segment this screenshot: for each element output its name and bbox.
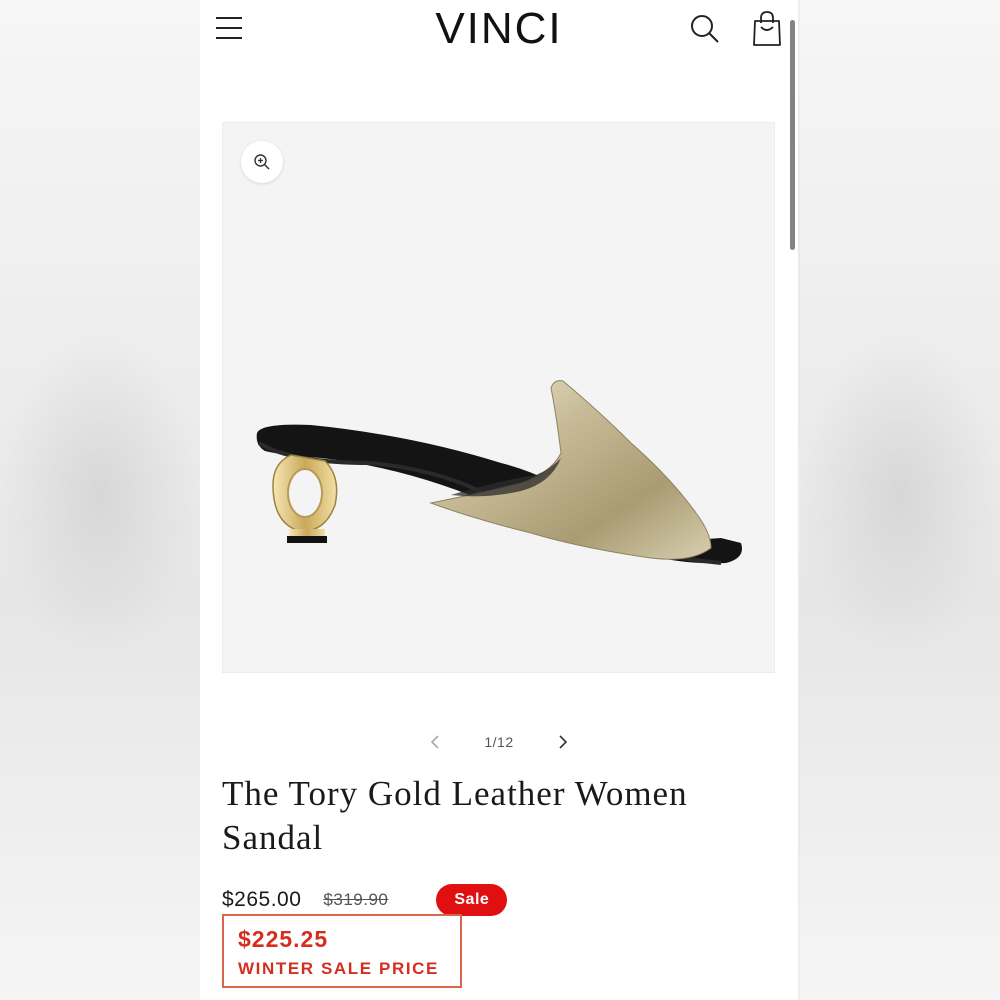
backdrop-blur-left xyxy=(0,330,200,660)
compare-at-price: $319.90 xyxy=(323,890,389,909)
price-row: $265.00 $319.90 Sale xyxy=(222,882,508,918)
search-icon[interactable] xyxy=(688,12,722,46)
sale-price: $265.00 xyxy=(222,888,302,911)
gallery-pager: 1/12 xyxy=(200,728,798,756)
winter-sale-price: $225.25 xyxy=(238,926,329,952)
product-title: The Tory Gold Leather Women Sandal xyxy=(222,774,688,857)
sale-badge: Sale xyxy=(436,884,508,916)
chevron-left-icon[interactable] xyxy=(422,728,450,756)
shopping-bag-icon[interactable] xyxy=(750,10,784,48)
chevron-right-icon[interactable] xyxy=(548,728,576,756)
product-image-gold-sandal xyxy=(256,380,742,565)
header: VINCI xyxy=(200,0,798,60)
product-page: VINCI 1/12 The Tory Gold Leather Women S… xyxy=(200,0,798,1000)
gallery-counter: 1/12 xyxy=(484,734,514,750)
backdrop-left xyxy=(0,0,200,1000)
scrollbar[interactable] xyxy=(790,20,795,250)
winter-sale-label: WINTER SALE PRICE xyxy=(238,959,439,978)
winter-sale-promo: $225.25 WINTER SALE PRICE xyxy=(222,914,462,988)
backdrop-blur-right xyxy=(800,330,1000,660)
backdrop-right xyxy=(800,0,1000,1000)
product-image-gallery[interactable] xyxy=(222,122,775,673)
zoom-in-icon[interactable] xyxy=(241,141,283,183)
